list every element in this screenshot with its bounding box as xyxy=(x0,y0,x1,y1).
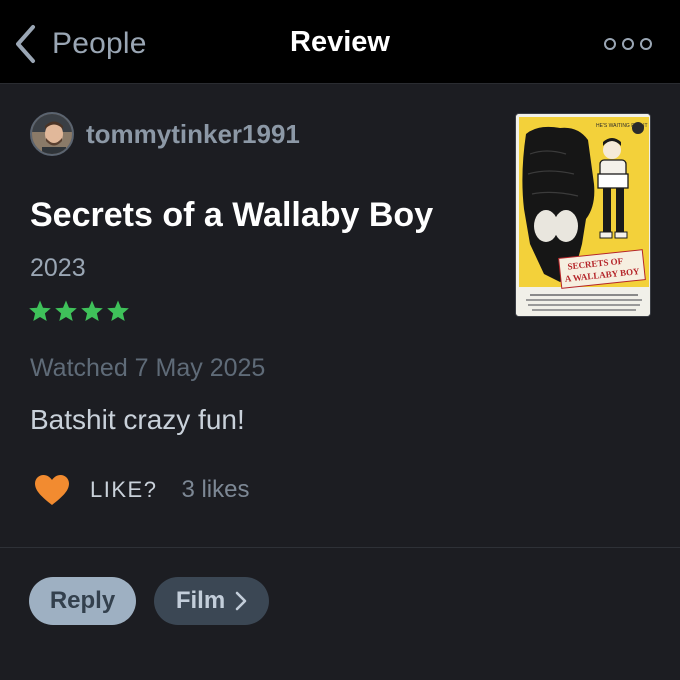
star-icon xyxy=(81,300,103,321)
more-icon xyxy=(604,38,616,50)
star-icon xyxy=(55,300,77,321)
star-icon xyxy=(29,300,51,321)
more-icon xyxy=(640,38,652,50)
film-poster[interactable]: HE'S WAITING FOR IT SECRETS OF A WALLABY… xyxy=(515,113,651,317)
star-icon xyxy=(107,300,129,321)
poster-image: HE'S WAITING FOR IT SECRETS OF A WALLABY… xyxy=(516,114,650,316)
more-options-button[interactable] xyxy=(604,34,652,54)
top-nav-bar: People Review xyxy=(0,0,680,84)
back-button[interactable]: People xyxy=(14,22,147,66)
star-rating xyxy=(28,299,130,323)
film-year: 2023 xyxy=(30,254,86,282)
chevron-left-icon xyxy=(16,25,35,63)
more-icon xyxy=(622,38,634,50)
chevron-right-icon xyxy=(235,591,247,611)
film-button[interactable]: Film xyxy=(154,577,269,625)
heart-icon[interactable] xyxy=(34,474,70,506)
reply-button-label: Reply xyxy=(49,587,116,614)
reply-button[interactable]: Reply xyxy=(29,577,136,625)
divider xyxy=(0,547,680,548)
review-text: Batshit crazy fun! xyxy=(30,404,245,435)
like-row: LIKE? 3 likes xyxy=(34,474,249,506)
username[interactable]: tommytinker1991 xyxy=(86,119,300,150)
likes-count[interactable]: 3 likes xyxy=(181,476,249,504)
film-button-label: Film xyxy=(175,587,226,614)
film-title[interactable]: Secrets of a Wallaby Boy xyxy=(30,196,433,235)
avatar[interactable] xyxy=(30,112,74,156)
reviewer[interactable]: tommytinker1991 xyxy=(30,112,300,156)
review-screen: People Review tommytinker1991 Secrets of… xyxy=(0,0,680,680)
avatar-image xyxy=(32,114,72,154)
like-button[interactable]: LIKE? xyxy=(90,477,157,503)
back-label: People xyxy=(52,27,147,60)
watched-date: Watched 7 May 2025 xyxy=(30,354,266,382)
